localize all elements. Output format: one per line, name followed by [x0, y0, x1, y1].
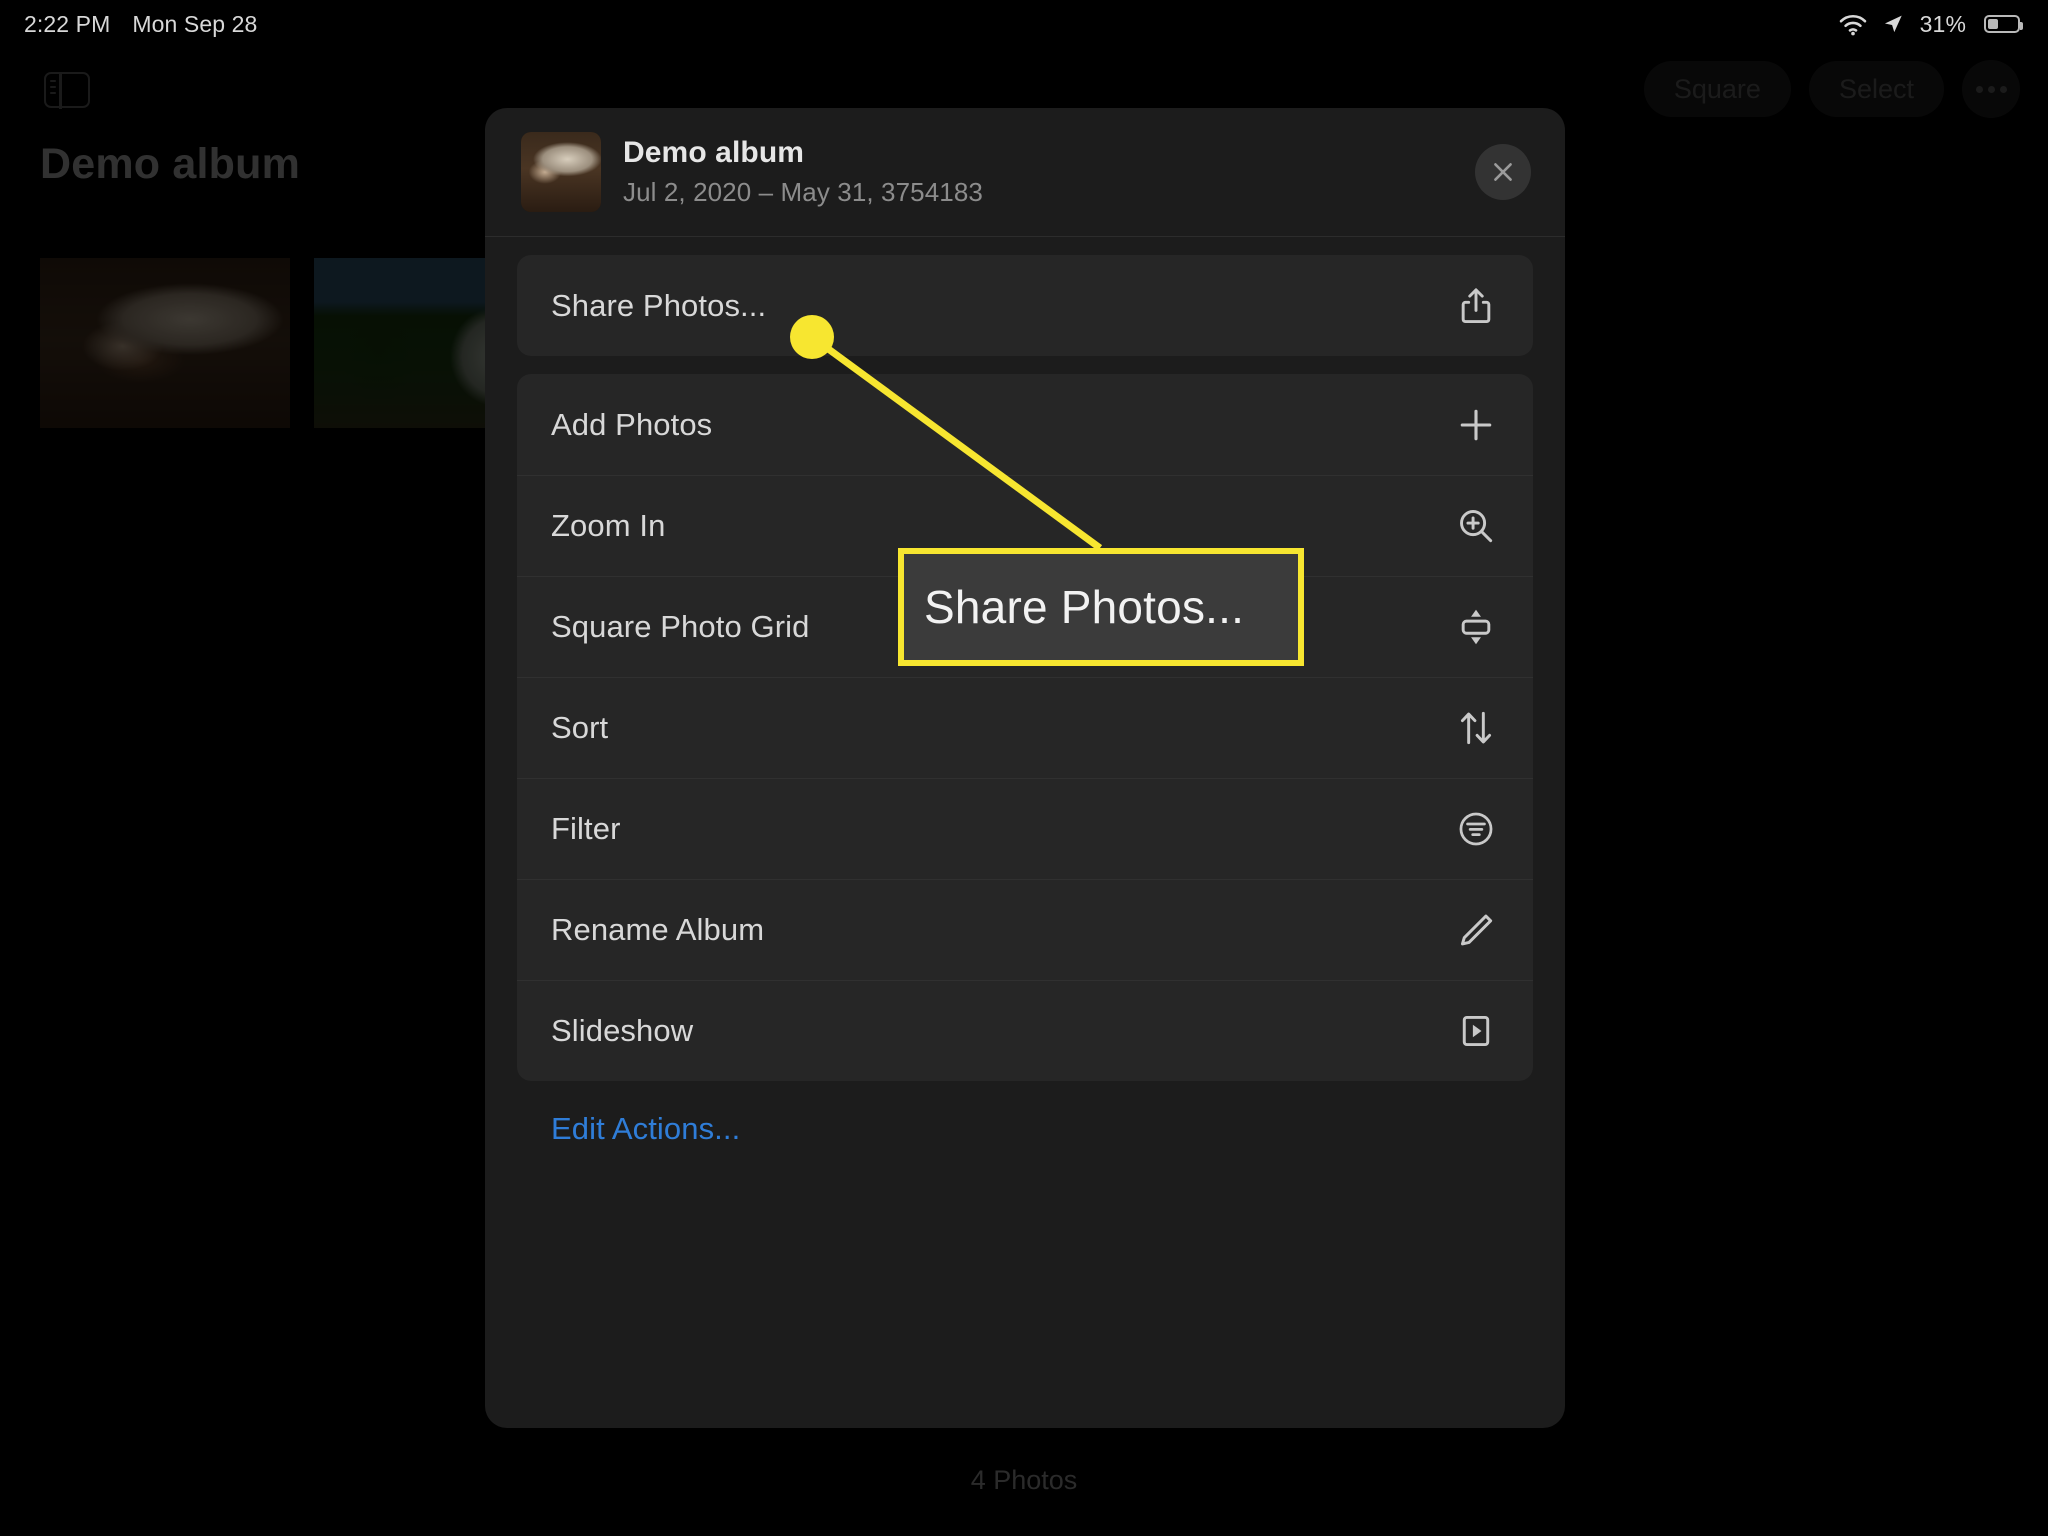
battery-icon — [1984, 15, 2023, 33]
sheet-header-text: Demo album Jul 2, 2020 – May 31, 3754183 — [623, 136, 1453, 208]
menu-item-label: Sort — [551, 709, 609, 745]
menu-item-rename-album[interactable]: Rename Album — [517, 879, 1533, 980]
filter-icon — [1453, 806, 1499, 852]
menu-item-sort[interactable]: Sort — [517, 677, 1533, 778]
menu-item-label: Rename Album — [551, 911, 765, 947]
ipad-screen: Demo album Square Select 4 Photos Demo a… — [0, 0, 2048, 1536]
play-box-icon — [1453, 1008, 1499, 1054]
menu-item-filter[interactable]: Filter — [517, 778, 1533, 879]
menu-item-label: Slideshow — [551, 1012, 694, 1048]
plus-icon — [1453, 402, 1499, 448]
battery-fill — [1988, 19, 1998, 29]
close-icon — [1494, 163, 1512, 181]
pencil-icon — [1453, 907, 1499, 953]
menu-item-square-photo-grid[interactable]: Square Photo Grid — [517, 576, 1533, 677]
menu-item-slideshow[interactable]: Slideshow — [517, 980, 1533, 1081]
magnifier-plus-icon — [1453, 503, 1499, 549]
aspect-ratio-icon — [1453, 604, 1499, 650]
menu-groups: Share Photos... Add Photos Zoom In Squar… — [485, 237, 1565, 1147]
close-button[interactable] — [1475, 144, 1531, 200]
status-bar-date: Mon Sep 28 — [132, 10, 258, 37]
menu-item-share-photos[interactable]: Share Photos... — [517, 255, 1533, 356]
status-bar-right: 31% — [1838, 10, 2023, 38]
edit-actions-button[interactable]: Edit Actions... — [517, 1099, 1533, 1147]
sheet-title: Demo album — [623, 136, 805, 169]
menu-item-label: Share Photos... — [551, 287, 767, 323]
status-bar-time: 2:22 PM — [24, 10, 111, 37]
location-arrow-icon — [1884, 15, 1902, 33]
menu-item-zoom-in[interactable]: Zoom In — [517, 475, 1533, 576]
sheet-date-range: Jul 2, 2020 – May 31, 3754183 — [623, 177, 983, 207]
menu-group-secondary: Add Photos Zoom In Square Photo Grid Sor… — [517, 374, 1533, 1081]
status-bar-left: 2:22 PM Mon Sep 28 — [24, 11, 257, 38]
status-bar: 2:22 PM Mon Sep 28 31% — [0, 0, 2048, 48]
menu-item-label: Add Photos — [551, 406, 713, 442]
sort-arrows-icon — [1453, 705, 1499, 751]
menu-item-add-photos[interactable]: Add Photos — [517, 374, 1533, 475]
wifi-icon — [1839, 14, 1866, 35]
album-cover-thumbnail — [521, 132, 601, 212]
share-icon — [1453, 283, 1499, 329]
menu-item-label: Filter — [551, 810, 621, 846]
battery-percent-label: 31% — [1919, 10, 1966, 37]
menu-item-label: Square Photo Grid — [551, 608, 810, 644]
sheet-header: Demo album Jul 2, 2020 – May 31, 3754183 — [485, 108, 1565, 236]
menu-item-label: Zoom In — [551, 507, 666, 543]
album-actions-sheet: Demo album Jul 2, 2020 – May 31, 3754183… — [485, 108, 1565, 1428]
menu-group-primary: Share Photos... — [517, 255, 1533, 356]
